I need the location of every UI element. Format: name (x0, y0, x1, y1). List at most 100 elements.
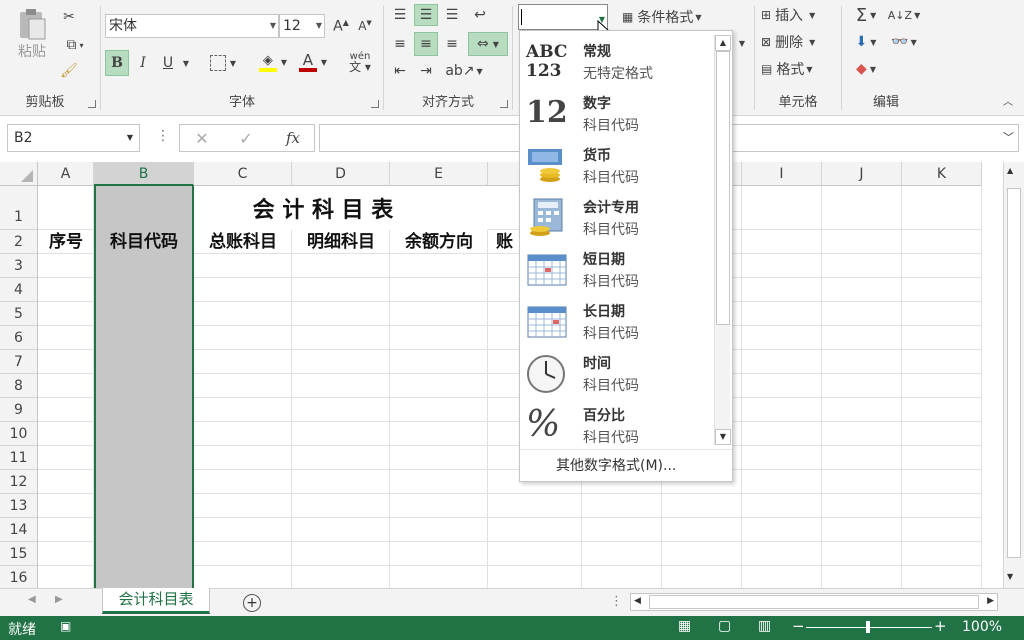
row-header-6[interactable]: 6 (0, 326, 38, 350)
cell[interactable] (822, 350, 902, 374)
cell[interactable] (902, 326, 982, 350)
cell[interactable] (742, 422, 822, 446)
row-header-4[interactable]: 4 (0, 278, 38, 302)
cell[interactable] (582, 566, 662, 588)
menu-scroll-thumb[interactable] (716, 51, 730, 325)
cell[interactable] (390, 326, 488, 350)
header-cell[interactable]: 总账科目 (194, 231, 292, 255)
cell[interactable] (902, 230, 982, 254)
cell[interactable] (292, 350, 390, 374)
insert-button[interactable]: ⊞ 插入 ▼ (761, 4, 839, 26)
cell[interactable] (390, 494, 488, 518)
horizontal-scrollbar[interactable]: ◀ ▶ (630, 593, 998, 611)
clipboard-launcher-icon[interactable] (88, 100, 96, 108)
cell[interactable] (292, 494, 390, 518)
cell[interactable] (390, 254, 488, 278)
cell[interactable] (390, 422, 488, 446)
row-header-2[interactable]: 2 (0, 230, 38, 254)
bold-button[interactable]: B (105, 50, 129, 76)
cell[interactable] (292, 566, 390, 588)
cell[interactable] (742, 374, 822, 398)
cell[interactable] (902, 254, 982, 278)
cell[interactable] (38, 470, 94, 494)
cell[interactable] (742, 230, 822, 254)
cell[interactable] (38, 422, 94, 446)
decrease-indent-button[interactable]: ⇤ (388, 60, 412, 82)
cell[interactable] (292, 422, 390, 446)
enter-icon[interactable]: ✓ (234, 127, 258, 149)
tab-scroll-left-icon[interactable]: ◀ (28, 594, 36, 605)
merge-center-button[interactable]: ⇔ ▼ (468, 32, 508, 56)
find-select-button[interactable]: 👓 ▼ (886, 31, 922, 53)
format-item-5[interactable]: 长日期 科目代码 (520, 295, 714, 347)
cell[interactable] (292, 254, 390, 278)
header-cell[interactable]: 余额方向 (390, 231, 488, 255)
cell[interactable] (38, 254, 94, 278)
align-bottom-button[interactable]: ☰ (440, 4, 464, 26)
row-header-14[interactable]: 14 (0, 518, 38, 542)
align-middle-button[interactable]: ☰ (414, 4, 438, 26)
format-item-0[interactable]: ABC 123 常规 无特定格式 (520, 35, 714, 87)
zoom-in-icon[interactable]: + (934, 617, 947, 635)
row-header-7[interactable]: 7 (0, 350, 38, 374)
cell[interactable] (902, 398, 982, 422)
menu-scrollbar[interactable]: ▲ ▼ (714, 35, 731, 445)
cell[interactable] (390, 518, 488, 542)
cell[interactable] (902, 470, 982, 494)
insert-function-button[interactable]: fx (278, 127, 308, 149)
delete-button[interactable]: ⊠ 删除 ▼ (761, 31, 839, 53)
cell[interactable] (292, 518, 390, 542)
cell[interactable] (582, 518, 662, 542)
cell[interactable] (742, 494, 822, 518)
paste-button[interactable]: 粘贴 (10, 6, 54, 62)
header-cell[interactable]: 科目代码 (94, 231, 194, 255)
wrap-text-button[interactable]: ↩ (468, 4, 492, 26)
zoom-out-icon[interactable]: − (792, 617, 805, 635)
cell[interactable] (38, 566, 94, 588)
cell[interactable] (822, 186, 902, 230)
font-size-select[interactable]: 12 ▼ (279, 14, 325, 38)
row-header-15[interactable]: 15 (0, 542, 38, 566)
cell[interactable] (390, 350, 488, 374)
row-header-1[interactable]: 1 (0, 186, 38, 230)
align-top-button[interactable]: ☰ (388, 4, 412, 26)
column-header-K[interactable]: K (902, 162, 982, 186)
cell[interactable] (488, 518, 582, 542)
align-right-button[interactable]: ≡ (440, 32, 464, 56)
column-header-C[interactable]: C (194, 162, 292, 186)
column-header-J[interactable]: J (822, 162, 902, 186)
scroll-down-icon[interactable]: ▼ (1007, 572, 1013, 581)
cell[interactable] (292, 326, 390, 350)
name-box[interactable]: B2 ▼ (7, 124, 140, 152)
cell[interactable] (902, 374, 982, 398)
cell[interactable] (194, 422, 292, 446)
alignment-launcher-icon[interactable] (500, 100, 508, 108)
select-all-corner[interactable] (0, 162, 38, 186)
cell[interactable] (38, 186, 94, 230)
cell[interactable] (902, 542, 982, 566)
cell[interactable] (902, 566, 982, 588)
vertical-scrollbar[interactable]: ▲ ▼ (1003, 162, 1024, 588)
worksheet-grid[interactable]: ABCDEFGHIJK 12345678910111213141516 会 计 … (0, 162, 1003, 588)
cell[interactable] (488, 566, 582, 588)
row-header-16[interactable]: 16 (0, 566, 38, 588)
column-header-I[interactable]: I (742, 162, 822, 186)
cell[interactable] (194, 566, 292, 588)
cell[interactable] (38, 278, 94, 302)
clear-button[interactable]: ◆ ▼ (848, 58, 884, 80)
cell[interactable] (822, 470, 902, 494)
cell[interactable] (742, 254, 822, 278)
cell[interactable] (902, 302, 982, 326)
cell[interactable] (390, 398, 488, 422)
autosum-button[interactable]: Σ ▼ (848, 4, 884, 26)
underline-dropdown[interactable]: ▼ (179, 50, 193, 76)
format-item-1[interactable]: 12 数字 科目代码 (520, 87, 714, 139)
page-break-icon[interactable]: ▥ (758, 618, 771, 634)
cell[interactable] (488, 494, 582, 518)
cell[interactable] (390, 374, 488, 398)
cell-styles-dropdown[interactable]: ▼ (736, 32, 748, 54)
cell[interactable] (488, 542, 582, 566)
page-layout-icon[interactable]: ▢ (718, 618, 731, 634)
decrease-font-button[interactable]: A▼ (355, 15, 375, 37)
cell[interactable] (822, 398, 902, 422)
